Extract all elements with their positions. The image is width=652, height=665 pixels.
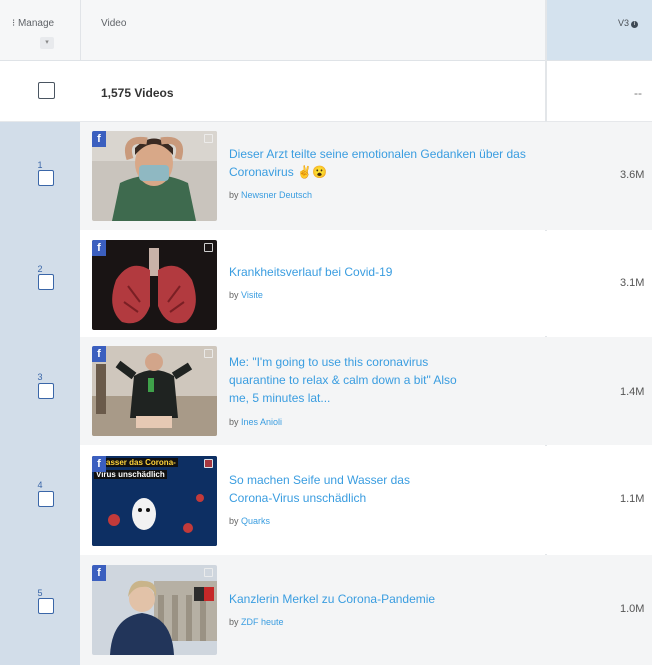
facebook-icon: f [92,565,106,581]
byline-prefix: by [229,190,239,200]
external-link-icon[interactable] [204,134,213,143]
thumbnail-image [92,240,217,330]
channel-link[interactable]: ZDF heute [241,617,284,627]
channel-link[interactable]: Visite [241,290,263,300]
video-byline: by Visite [229,290,263,300]
video-thumbnail[interactable]: f [92,565,217,655]
v3-header-label: V3 [618,18,630,28]
video-count: 1,575 Videos [101,86,174,100]
video-byline: by Ines Anioli [229,417,282,427]
video-thumbnail[interactable]: f [92,346,217,436]
byline-prefix: by [229,290,239,300]
external-link-icon[interactable] [204,459,213,468]
v3-views: 3.6M [620,169,645,181]
v3-views: 1.0M [620,603,645,615]
facebook-icon: f [92,240,106,256]
v3-views: 1.4M [620,386,645,398]
rank-number: 1 [37,160,43,170]
summary-v3-value: -- [634,86,642,100]
channel-link[interactable]: Ines Anioli [241,417,282,427]
thumbnail-caption-line-1: asser das Corona- [104,458,178,467]
v3-views: 3.1M [620,277,645,289]
row-checkbox[interactable] [38,274,54,290]
external-link-icon[interactable] [204,568,213,577]
rank-number: 4 [37,480,43,490]
thumbnail-image [92,131,217,221]
manage-header-cell [0,0,81,60]
video-byline: by Newsner Deutsch [229,190,312,200]
byline-prefix: by [229,617,239,627]
summary-row [0,61,652,122]
select-all-checkbox[interactable] [38,82,55,99]
channel-link[interactable]: Quarks [241,516,270,526]
row-checkbox[interactable] [38,598,54,614]
rank-number: 2 [37,264,43,274]
manage-header-label: Manage [17,18,55,29]
video-title-link[interactable]: Kanzlerin Merkel zu Corona-Pandemie [229,590,529,608]
thumbnail-image [92,346,217,436]
v3-header-cell[interactable] [545,0,652,60]
row-checkbox[interactable] [38,491,54,507]
v3-column-header[interactable]: V3 i [618,18,639,28]
video-title-link[interactable]: Dieser Arzt teilte seine emotionalen Ged… [229,145,529,181]
external-link-icon[interactable] [204,349,213,358]
rank-number: 3 [37,372,43,382]
video-thumbnail[interactable]: f [92,240,217,330]
manage-column-header[interactable]: ⁝ Manage [12,18,54,29]
byline-prefix: by [229,516,239,526]
video-byline: by ZDF heute [229,617,284,627]
channel-link[interactable]: Newsner Deutsch [241,190,312,200]
video-title-link[interactable]: Me: "I'm going to use this coronavirus q… [229,353,479,407]
facebook-icon: f [92,346,106,362]
facebook-icon: f [92,131,106,147]
row-checkbox[interactable] [38,170,54,186]
row-checkbox[interactable] [38,383,54,399]
rank-number: 5 [37,588,43,598]
thumbnail-image [92,565,217,655]
chevron-down-icon[interactable]: ▾ [40,37,54,49]
video-title-link[interactable]: So machen Seife und Wasser das Corona-Vi… [229,471,449,507]
byline-prefix: by [229,417,239,427]
video-column-header: Video [101,18,127,29]
video-thumbnail[interactable]: asser das Corona- Virus unschädlich f [92,456,217,546]
v3-views: 1.1M [620,493,645,505]
video-byline: by Quarks [229,516,270,526]
facebook-icon: f [92,456,106,472]
video-thumbnail[interactable]: f [92,131,217,221]
video-title-link[interactable]: Krankheitsverlauf bei Covid-19 [229,263,529,281]
thumbnail-caption: asser das Corona- [104,458,178,467]
external-link-icon[interactable] [204,243,213,252]
info-icon[interactable]: i [631,21,639,28]
